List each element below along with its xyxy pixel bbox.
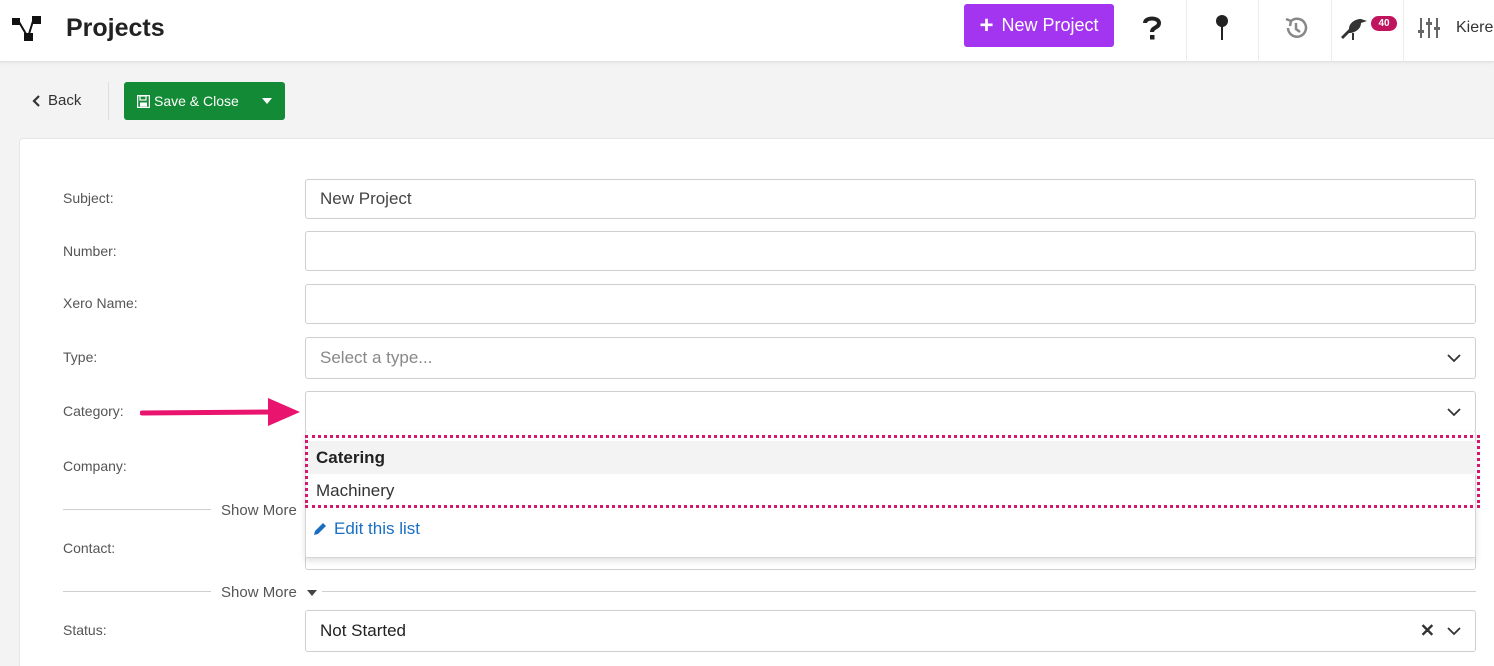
category-option[interactable]: Machinery bbox=[308, 474, 1476, 507]
status-select[interactable]: Not Started ✕ bbox=[305, 610, 1476, 652]
number-label: Number: bbox=[63, 243, 117, 259]
category-label: Category: bbox=[63, 403, 124, 419]
top-bar: Projects + New Project 40 Kiere bbox=[0, 0, 1494, 62]
xero-name-label: Xero Name: bbox=[63, 295, 138, 311]
notification-badge: 40 bbox=[1371, 16, 1397, 31]
show-more-toggle[interactable]: Show More bbox=[221, 502, 297, 519]
arrow-icon bbox=[140, 398, 300, 426]
number-input[interactable] bbox=[305, 231, 1476, 271]
logo-icon[interactable] bbox=[12, 16, 42, 42]
settings-sliders-icon[interactable] bbox=[1414, 0, 1444, 55]
pin-icon[interactable] bbox=[1200, 0, 1244, 55]
edit-list-label: Edit this list bbox=[334, 519, 420, 538]
contact-label: Contact: bbox=[63, 540, 116, 556]
clear-icon[interactable]: ✕ bbox=[1420, 621, 1435, 642]
xero-name-input[interactable] bbox=[305, 284, 1476, 324]
save-close-label: Save & Close bbox=[154, 93, 239, 109]
status-value: Not Started bbox=[320, 621, 406, 640]
status-label: Status: bbox=[63, 622, 107, 638]
caret-down-icon bbox=[262, 98, 272, 104]
show-more-label: Show More bbox=[221, 584, 297, 601]
subject-label: Subject: bbox=[63, 190, 114, 206]
chevron-down-icon bbox=[1447, 627, 1461, 636]
type-select[interactable]: Select a type... bbox=[305, 337, 1476, 379]
subject-input[interactable] bbox=[305, 179, 1476, 219]
new-project-label: New Project bbox=[1001, 15, 1099, 35]
page-title: Projects bbox=[66, 14, 165, 42]
edit-list-link[interactable]: Edit this list bbox=[312, 519, 420, 539]
chevron-left-icon bbox=[32, 94, 40, 107]
company-label: Company: bbox=[63, 458, 127, 474]
type-placeholder: Select a type... bbox=[320, 348, 433, 367]
save-close-button[interactable]: Save & Close bbox=[124, 82, 249, 120]
category-select[interactable] bbox=[305, 391, 1476, 433]
type-label: Type: bbox=[63, 349, 98, 365]
caret-down-icon bbox=[306, 589, 317, 596]
new-project-button[interactable]: + New Project bbox=[964, 4, 1114, 47]
user-name[interactable]: Kiere bbox=[1456, 19, 1493, 37]
category-option[interactable]: Catering bbox=[308, 441, 1476, 474]
save-close-button-group: Save & Close bbox=[124, 82, 285, 120]
show-more-toggle[interactable]: Show More bbox=[221, 584, 317, 601]
back-button[interactable]: Back bbox=[32, 92, 81, 109]
pencil-icon bbox=[314, 523, 326, 535]
save-icon bbox=[137, 94, 150, 108]
show-more-label: Show More bbox=[221, 502, 297, 519]
chevron-down-icon bbox=[1447, 354, 1461, 363]
back-label: Back bbox=[48, 92, 82, 109]
chevron-down-icon bbox=[1447, 408, 1461, 417]
bird-icon[interactable] bbox=[1336, 0, 1372, 55]
history-icon[interactable] bbox=[1274, 0, 1318, 55]
help-icon[interactable] bbox=[1130, 0, 1174, 55]
plus-icon: + bbox=[979, 11, 994, 39]
save-options-toggle[interactable] bbox=[249, 82, 285, 120]
